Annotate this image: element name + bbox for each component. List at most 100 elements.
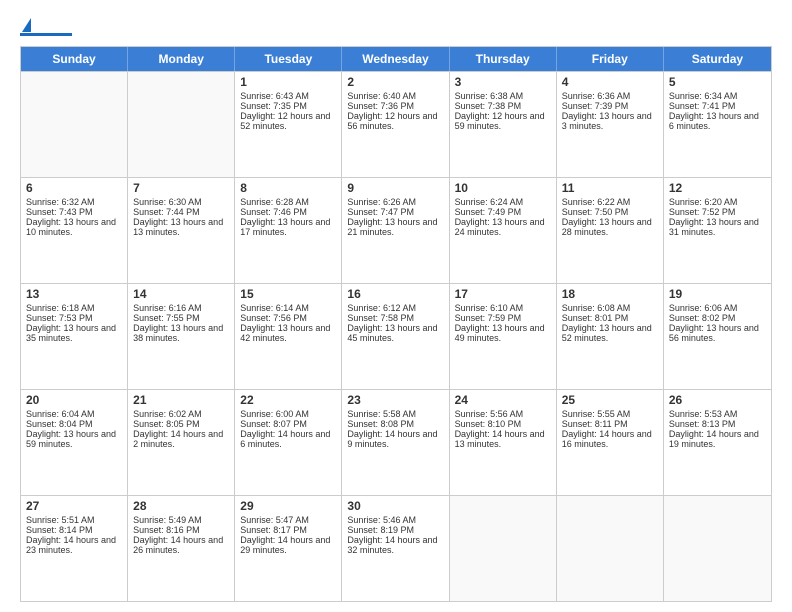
day-info-line: Sunset: 8:17 PM (240, 525, 336, 535)
day-info-line: Sunrise: 6:30 AM (133, 197, 229, 207)
day-info-line: Sunset: 7:35 PM (240, 101, 336, 111)
calendar-cell-w3-d6: 18Sunrise: 6:08 AMSunset: 8:01 PMDayligh… (557, 284, 664, 389)
day-info-line: Sunrise: 6:02 AM (133, 409, 229, 419)
day-info-line: Sunrise: 6:16 AM (133, 303, 229, 313)
day-info-line: Daylight: 13 hours and 21 minutes. (347, 217, 443, 237)
day-number: 15 (240, 287, 336, 301)
day-info-line: Sunset: 7:52 PM (669, 207, 766, 217)
day-number: 3 (455, 75, 551, 89)
day-info-line: Sunset: 7:55 PM (133, 313, 229, 323)
logo-underline (20, 33, 72, 36)
day-info-line: Daylight: 13 hours and 56 minutes. (669, 323, 766, 343)
day-info-line: Sunrise: 6:40 AM (347, 91, 443, 101)
day-header-sunday: Sunday (21, 47, 128, 71)
day-info-line: Sunset: 8:11 PM (562, 419, 658, 429)
page: Sunday Monday Tuesday Wednesday Thursday… (0, 0, 792, 612)
day-info-line: Daylight: 14 hours and 19 minutes. (669, 429, 766, 449)
day-info-line: Daylight: 13 hours and 52 minutes. (562, 323, 658, 343)
day-info-line: Daylight: 13 hours and 49 minutes. (455, 323, 551, 343)
day-info-line: Sunset: 8:13 PM (669, 419, 766, 429)
day-info-line: Sunrise: 5:51 AM (26, 515, 122, 525)
day-info-line: Daylight: 13 hours and 38 minutes. (133, 323, 229, 343)
day-info-line: Sunset: 8:14 PM (26, 525, 122, 535)
calendar-cell-w3-d1: 13Sunrise: 6:18 AMSunset: 7:53 PMDayligh… (21, 284, 128, 389)
day-info-line: Sunset: 7:58 PM (347, 313, 443, 323)
day-number: 12 (669, 181, 766, 195)
day-info-line: Daylight: 14 hours and 29 minutes. (240, 535, 336, 555)
day-info-line: Daylight: 13 hours and 35 minutes. (26, 323, 122, 343)
calendar-cell-w2-d4: 9Sunrise: 6:26 AMSunset: 7:47 PMDaylight… (342, 178, 449, 283)
calendar-cell-w2-d3: 8Sunrise: 6:28 AMSunset: 7:46 PMDaylight… (235, 178, 342, 283)
day-info-line: Sunset: 7:49 PM (455, 207, 551, 217)
day-info-line: Daylight: 12 hours and 52 minutes. (240, 111, 336, 131)
day-number: 5 (669, 75, 766, 89)
day-info-line: Daylight: 13 hours and 28 minutes. (562, 217, 658, 237)
calendar-cell-w4-d5: 24Sunrise: 5:56 AMSunset: 8:10 PMDayligh… (450, 390, 557, 495)
calendar-header: Sunday Monday Tuesday Wednesday Thursday… (21, 47, 771, 71)
day-info-line: Sunset: 7:44 PM (133, 207, 229, 217)
calendar-cell-w3-d4: 16Sunrise: 6:12 AMSunset: 7:58 PMDayligh… (342, 284, 449, 389)
day-number: 30 (347, 499, 443, 513)
calendar-week-3: 13Sunrise: 6:18 AMSunset: 7:53 PMDayligh… (21, 283, 771, 389)
day-info-line: Sunrise: 6:18 AM (26, 303, 122, 313)
calendar-cell-w5-d3: 29 Sunrise: 5:47 AMSunset: 8:17 PMDayligh… (235, 496, 342, 601)
day-info-line: Daylight: 13 hours and 13 minutes. (133, 217, 229, 237)
day-info-line: Sunset: 8:04 PM (26, 419, 122, 429)
day-info-line: Sunset: 8:10 PM (455, 419, 551, 429)
day-info-line: Sunset: 8:08 PM (347, 419, 443, 429)
day-number: 21 (133, 393, 229, 407)
day-info-line: Daylight: 14 hours and 16 minutes. (562, 429, 658, 449)
day-number: 19 (669, 287, 766, 301)
day-info-line: Sunrise: 5:49 AM (133, 515, 229, 525)
day-info-line: Daylight: 13 hours and 45 minutes. (347, 323, 443, 343)
day-info-line: Daylight: 14 hours and 26 minutes. (133, 535, 229, 555)
day-number: 6 (26, 181, 122, 195)
day-info-line: Sunset: 7:38 PM (455, 101, 551, 111)
day-number: 29 (240, 499, 336, 513)
day-info-line: Sunrise: 6:00 AM (240, 409, 336, 419)
calendar-cell-w4-d7: 26Sunrise: 5:53 AMSunset: 8:13 PMDayligh… (664, 390, 771, 495)
day-number: 27 (26, 499, 122, 513)
day-number: 16 (347, 287, 443, 301)
day-info-line: Daylight: 14 hours and 2 minutes. (133, 429, 229, 449)
day-number: 11 (562, 181, 658, 195)
day-info-line: Daylight: 14 hours and 32 minutes. (347, 535, 443, 555)
calendar-cell-w4-d2: 21Sunrise: 6:02 AMSunset: 8:05 PMDayligh… (128, 390, 235, 495)
day-info-line: Daylight: 13 hours and 10 minutes. (26, 217, 122, 237)
calendar-cell-w2-d2: 7 Sunrise: 6:30 AMSunset: 7:44 PMDaylight… (128, 178, 235, 283)
day-info-line: Daylight: 13 hours and 59 minutes. (26, 429, 122, 449)
calendar-cell-w2-d5: 10Sunrise: 6:24 AMSunset: 7:49 PMDayligh… (450, 178, 557, 283)
day-info-line: Daylight: 12 hours and 56 minutes. (347, 111, 443, 131)
day-number: 7 (133, 181, 229, 195)
day-info-line: Sunset: 7:53 PM (26, 313, 122, 323)
day-number: 17 (455, 287, 551, 301)
day-number: 10 (455, 181, 551, 195)
day-number: 14 (133, 287, 229, 301)
day-header-friday: Friday (557, 47, 664, 71)
day-info-line: Daylight: 13 hours and 3 minutes. (562, 111, 658, 131)
logo-triangle-icon (22, 18, 31, 32)
day-info-line: Sunrise: 5:47 AM (240, 515, 336, 525)
calendar-cell-w3-d2: 14 Sunrise: 6:16 AMSunset: 7:55 PMDayligh… (128, 284, 235, 389)
calendar-cell-w4-d3: 22Sunrise: 6:00 AMSunset: 8:07 PMDayligh… (235, 390, 342, 495)
calendar-cell-w1-d6: 4Sunrise: 6:36 AMSunset: 7:39 PMDaylight… (557, 72, 664, 177)
day-info-line: Sunset: 8:07 PM (240, 419, 336, 429)
calendar-cell-w1-d4: 2Sunrise: 6:40 AMSunset: 7:36 PMDaylight… (342, 72, 449, 177)
day-info-line: Sunrise: 6:20 AM (669, 197, 766, 207)
calendar-cell-w1-d1 (21, 72, 128, 177)
day-number: 4 (562, 75, 658, 89)
calendar-cell-w4-d4: 23Sunrise: 5:58 AMSunset: 8:08 PMDayligh… (342, 390, 449, 495)
calendar-cell-w4-d6: 25Sunrise: 5:55 AMSunset: 8:11 PMDayligh… (557, 390, 664, 495)
day-info-line: Sunrise: 5:55 AM (562, 409, 658, 419)
calendar-cell-w3-d5: 17Sunrise: 6:10 AMSunset: 7:59 PMDayligh… (450, 284, 557, 389)
day-info-line: Sunset: 7:39 PM (562, 101, 658, 111)
day-number: 9 (347, 181, 443, 195)
calendar-cell-w5-d7 (664, 496, 771, 601)
day-info-line: Sunrise: 6:43 AM (240, 91, 336, 101)
day-info-line: Sunrise: 6:22 AM (562, 197, 658, 207)
day-info-line: Sunset: 7:59 PM (455, 313, 551, 323)
day-info-line: Sunset: 8:16 PM (133, 525, 229, 535)
calendar-cell-w5-d6 (557, 496, 664, 601)
day-info-line: Daylight: 14 hours and 6 minutes. (240, 429, 336, 449)
day-number: 18 (562, 287, 658, 301)
